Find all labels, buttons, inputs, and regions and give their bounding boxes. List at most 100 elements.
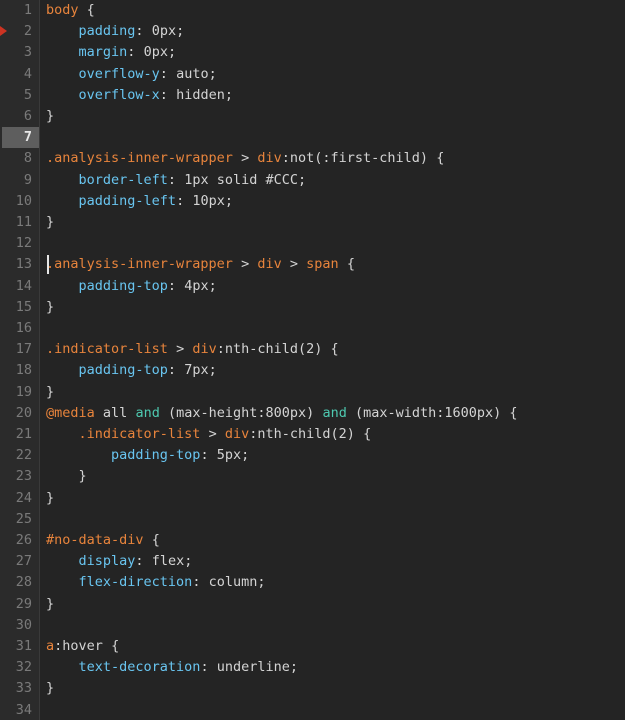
code-content-area[interactable]: body { padding: 0px; margin: 0px; overfl…: [41, 0, 625, 720]
code-line[interactable]: flex-direction: column;: [46, 572, 625, 593]
editor-gutter[interactable]: 1 2 3 4 5 6 7 8 9 10 11 12 13 14 15 16 17 18 19 20 21 22 23 24 2…: [0, 0, 40, 720]
line-number[interactable]: 2: [0, 21, 32, 42]
code-line[interactable]: @media all and (max-height:800px) and (m…: [46, 403, 625, 424]
line-number[interactable]: 5: [0, 85, 32, 106]
code-line[interactable]: text-decoration: underline;: [46, 657, 625, 678]
line-number[interactable]: 25: [0, 509, 32, 530]
token-kw: and: [135, 404, 160, 421]
line-number[interactable]: 24: [0, 488, 32, 509]
token-punc: :: [176, 192, 185, 209]
token-punc: :: [167, 362, 177, 379]
code-line[interactable]: .indicator-list > div:nth-child(2) {: [46, 424, 625, 445]
code-line[interactable]: }: [46, 106, 625, 127]
line-number[interactable]: 12: [0, 233, 32, 254]
line-number[interactable]: 34: [0, 700, 32, 720]
line-number[interactable]: 29: [0, 594, 32, 615]
code-line[interactable]: padding-top: 4px;: [46, 276, 625, 297]
code-line[interactable]: a:hover {: [46, 636, 625, 657]
code-line[interactable]: body {: [46, 0, 625, 21]
line-number[interactable]: 9: [0, 170, 32, 191]
token-sel: div: [224, 426, 250, 442]
line-number[interactable]: 23: [0, 466, 32, 487]
line-number[interactable]: 6: [0, 106, 32, 127]
code-line[interactable]: display: flex;: [46, 551, 625, 572]
token-punc: ;: [224, 86, 233, 103]
code-line[interactable]: padding-left: 10px;: [46, 191, 625, 212]
code-line[interactable]: overflow-x: hidden;: [46, 85, 625, 106]
code-line[interactable]: [46, 615, 625, 636]
code-line[interactable]: overflow-y: auto;: [46, 64, 625, 85]
token-prop: display: [78, 553, 136, 570]
code-line[interactable]: border-left: 1px solid #CCC;: [46, 170, 625, 191]
line-number[interactable]: 15: [0, 297, 32, 318]
code-line[interactable]: .analysis-inner-wrapper > div > span {: [46, 254, 625, 275]
code-editor[interactable]: 1 2 3 4 5 6 7 8 9 10 11 12 13 14 15 16 17 18 19 20 21 22 23 24 2…: [0, 0, 625, 720]
line-number[interactable]: 17: [0, 339, 32, 360]
code-line[interactable]: [46, 318, 625, 339]
line-number[interactable]: 28: [0, 572, 32, 593]
code-line[interactable]: [46, 700, 625, 720]
token-punc: :: [200, 659, 209, 676]
line-number[interactable]: 13: [0, 254, 32, 275]
line-number[interactable]: 22: [0, 445, 32, 466]
line-number[interactable]: 3: [0, 42, 32, 63]
line-number[interactable]: 8: [0, 148, 32, 169]
token-val: 7px: [184, 362, 209, 379]
token-punc: ;: [257, 574, 266, 591]
token-val: 1px solid #CCC: [184, 171, 298, 188]
line-number[interactable]: 21: [0, 424, 32, 445]
line-number[interactable]: 33: [0, 678, 32, 699]
code-line[interactable]: }: [46, 212, 625, 233]
token-prop: padding-left: [78, 192, 177, 209]
line-number[interactable]: 1: [0, 0, 32, 21]
token-prop: padding-top: [111, 447, 201, 464]
code-line[interactable]: padding-top: 7px;: [46, 360, 625, 381]
line-number[interactable]: 30: [0, 615, 32, 636]
line-number[interactable]: 27: [0, 551, 32, 572]
token-punc: :: [167, 277, 177, 294]
token-sel: div: [257, 256, 282, 273]
code-line[interactable]: [46, 127, 625, 275]
line-number[interactable]: 4: [0, 64, 32, 85]
code-line[interactable]: padding-top: 5px;: [46, 445, 625, 466]
line-number[interactable]: 14: [0, 276, 32, 297]
code-line[interactable]: .indicator-list > div:nth-child(2) {: [46, 339, 625, 360]
token-punc: :: [159, 65, 168, 82]
code-line[interactable]: }: [46, 488, 625, 509]
token-val: 0px: [151, 23, 177, 40]
code-line[interactable]: [46, 233, 625, 254]
code-line[interactable]: }: [46, 297, 625, 318]
line-number[interactable]: 11: [0, 212, 32, 233]
line-number[interactable]: 16: [0, 318, 32, 339]
code-line[interactable]: }: [46, 594, 625, 615]
token-punc: :: [167, 171, 177, 188]
code-line[interactable]: [46, 509, 625, 530]
code-line[interactable]: }: [46, 466, 625, 487]
code-line[interactable]: }: [46, 382, 625, 403]
line-number[interactable]: 31: [0, 636, 32, 657]
line-number[interactable]: 10: [0, 191, 32, 212]
token-prop: text-decoration: [78, 659, 201, 676]
token-punc: }: [46, 214, 55, 230]
line-number[interactable]: 20: [0, 403, 32, 424]
line-number[interactable]: 18: [0, 360, 32, 381]
code-line[interactable]: margin: 0px;: [46, 42, 625, 63]
line-number[interactable]: 26: [0, 530, 32, 551]
token-val: auto: [176, 65, 209, 82]
line-number[interactable]: 19: [0, 382, 32, 403]
code-line[interactable]: #no-data-div {: [46, 530, 625, 551]
code-line[interactable]: .analysis-inner-wrapper > div:not(:first…: [46, 148, 625, 169]
code-line[interactable]: padding: 0px;: [46, 21, 625, 42]
code-line[interactable]: }: [46, 678, 625, 699]
line-number[interactable]: 7: [0, 127, 32, 148]
line-number[interactable]: 32: [0, 657, 32, 678]
